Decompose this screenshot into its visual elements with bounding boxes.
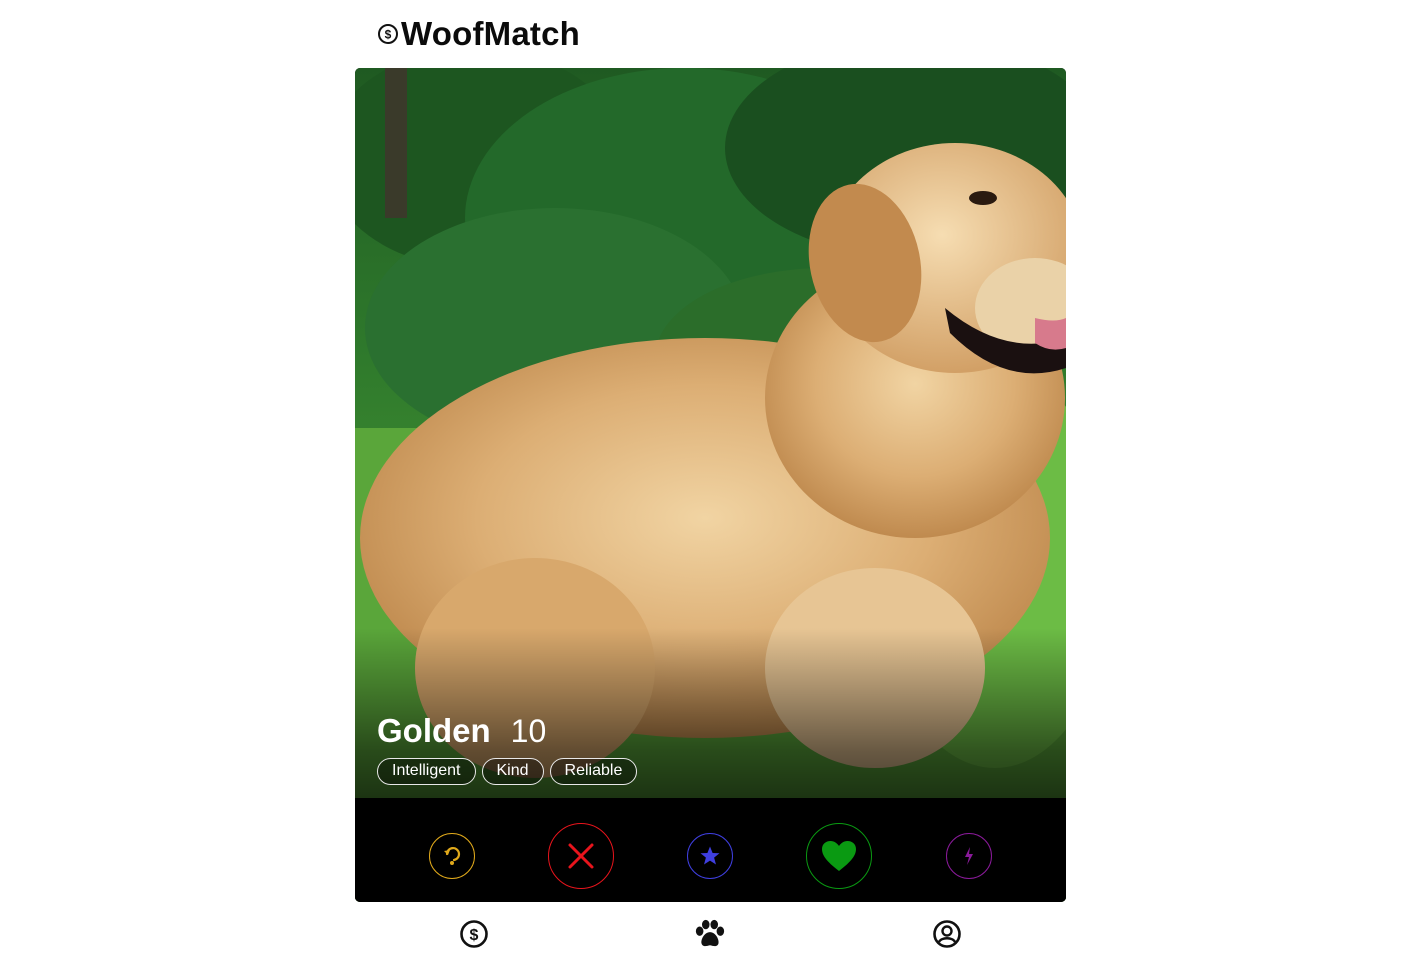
boost-button[interactable] — [946, 833, 992, 879]
user-circle-icon — [933, 920, 961, 948]
lightning-icon — [965, 847, 973, 865]
profile-tags: Intelligent Kind Reliable — [377, 758, 1044, 785]
bottom-nav: $ — [355, 908, 1066, 964]
dollar-circle-icon: $ — [377, 23, 399, 45]
profile-card[interactable]: Golden 10 Intelligent Kind Reliable — [355, 68, 1066, 902]
app-title: WoofMatch — [401, 15, 580, 52]
svg-text:$: $ — [385, 28, 392, 42]
svg-text:$: $ — [470, 927, 479, 944]
nav-premium[interactable]: $ — [458, 918, 490, 950]
profile-age: 10 — [510, 713, 547, 749]
star-icon — [700, 846, 720, 865]
dollar-circle-icon: $ — [460, 920, 488, 948]
tag-kind: Kind — [481, 758, 544, 785]
heart-icon — [822, 841, 856, 871]
nav-profile[interactable] — [931, 918, 963, 950]
rewind-icon — [444, 847, 461, 865]
nav-swipe[interactable] — [694, 918, 726, 950]
rewind-button[interactable] — [429, 833, 475, 879]
tag-intelligent: Intelligent — [377, 758, 476, 785]
name-row: Golden 10 — [377, 712, 1044, 750]
nope-button[interactable] — [548, 823, 614, 889]
profile-name: Golden — [377, 712, 491, 749]
tag-reliable: Reliable — [549, 758, 638, 785]
close-icon — [568, 843, 594, 869]
profile-info: Golden 10 Intelligent Kind Reliable — [377, 712, 1044, 785]
like-button[interactable] — [806, 823, 872, 889]
app-header: $ WoofMatch — [377, 14, 580, 54]
app-root: $ WoofMatch Golden 10 Intelligent Kind R… — [0, 0, 1421, 970]
paw-icon — [695, 919, 725, 947]
super-like-button[interactable] — [687, 833, 733, 879]
action-bar — [355, 823, 1066, 889]
